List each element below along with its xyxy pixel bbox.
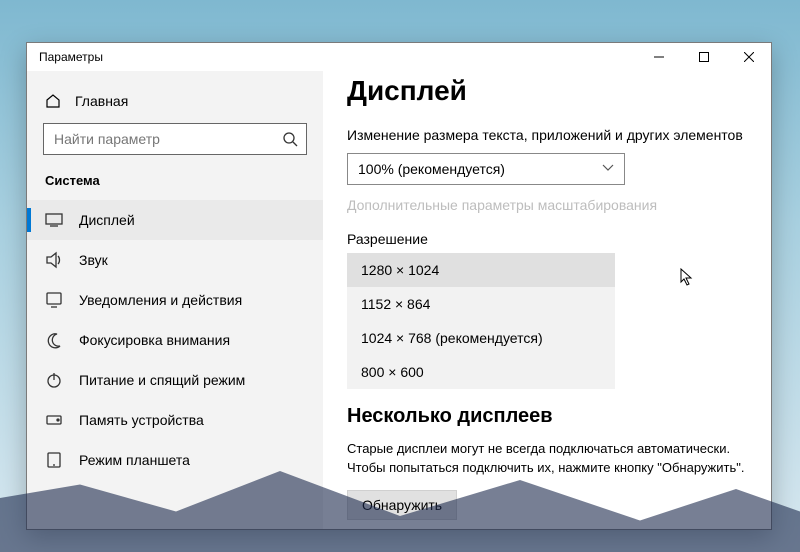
sidebar-item-tablet[interactable]: Режим планшета [27, 440, 323, 480]
window-title: Параметры [39, 50, 103, 64]
sidebar-item-display[interactable]: Дисплей [27, 200, 323, 240]
sidebar-item-sound[interactable]: Звук [27, 240, 323, 280]
notifications-icon [45, 291, 63, 309]
sidebar-item-label: Уведомления и действия [79, 292, 242, 308]
scale-value: 100% (рекомендуется) [358, 161, 505, 177]
resolution-label: Разрешение [347, 231, 747, 247]
resolution-option[interactable]: 1152 × 864 [347, 287, 615, 321]
window-body: Главная Система Дисплей Звук [27, 71, 771, 529]
resolution-option[interactable]: 800 × 600 [347, 355, 615, 389]
sidebar-home[interactable]: Главная [27, 87, 323, 123]
sidebar-item-label: Режим планшета [79, 452, 190, 468]
display-icon [45, 211, 63, 229]
sidebar-item-label: Память устройства [79, 412, 204, 428]
advanced-scaling-link: Дополнительные параметры масштабирования [347, 197, 747, 213]
page-title: Дисплей [347, 75, 747, 107]
main-content: Дисплей Изменение размера текста, прилож… [323, 71, 771, 529]
search-box[interactable] [43, 123, 307, 155]
focus-icon [45, 331, 63, 349]
search-icon [282, 131, 298, 147]
resolution-option[interactable]: 1280 × 1024 [347, 253, 615, 287]
scale-label: Изменение размера текста, приложений и д… [347, 127, 747, 143]
minimize-button[interactable] [636, 43, 681, 71]
sidebar-item-power[interactable]: Питание и спящий режим [27, 360, 323, 400]
resolution-dropdown-list[interactable]: 1280 × 1024 1152 × 864 1024 × 768 (реком… [347, 253, 615, 389]
chevron-down-icon [602, 164, 614, 175]
resolution-option[interactable]: 1024 × 768 (рекомендуется) [347, 321, 615, 355]
sidebar-item-label: Фокусировка внимания [79, 332, 230, 348]
sidebar-item-notifications[interactable]: Уведомления и действия [27, 280, 323, 320]
titlebar: Параметры [27, 43, 771, 71]
sound-icon [45, 251, 63, 269]
sidebar-item-label: Питание и спящий режим [79, 372, 245, 388]
multiple-displays-title: Несколько дисплеев [347, 405, 747, 428]
home-icon [45, 93, 61, 109]
sidebar-item-label: Звук [79, 252, 108, 268]
sidebar: Главная Система Дисплей Звук [27, 71, 323, 529]
window-controls [636, 43, 771, 71]
sidebar-item-focus[interactable]: Фокусировка внимания [27, 320, 323, 360]
search-input[interactable] [54, 131, 282, 147]
storage-icon [45, 411, 63, 429]
multiple-displays-description: Старые дисплеи могут не всегда подключат… [347, 440, 747, 478]
sidebar-section-header: Система [27, 169, 323, 200]
settings-window: Параметры Главная [26, 42, 772, 530]
tablet-icon [45, 451, 63, 469]
scale-dropdown[interactable]: 100% (рекомендуется) [347, 153, 625, 185]
maximize-button[interactable] [681, 43, 726, 71]
sidebar-item-storage[interactable]: Память устройства [27, 400, 323, 440]
detect-button[interactable]: Обнаружить [347, 490, 457, 520]
sidebar-item-label: Дисплей [79, 212, 135, 228]
power-icon [45, 371, 63, 389]
close-button[interactable] [726, 43, 771, 71]
sidebar-home-label: Главная [75, 93, 128, 109]
